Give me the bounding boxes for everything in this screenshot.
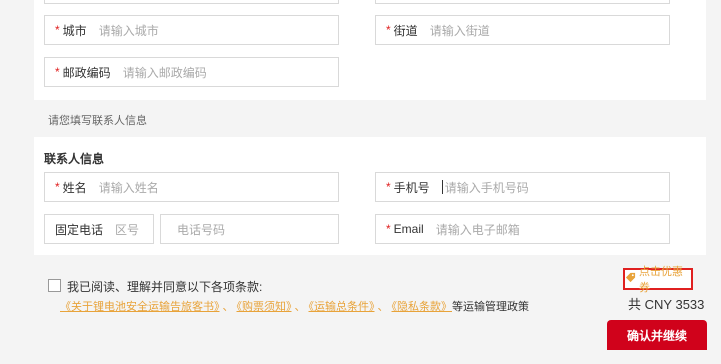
terms-links: 《关于锂电池安全运输告旅客书》、《购票须知》、《运输总条件》、《隐私条款》等运输… [60, 298, 529, 314]
coupon-label: 点击优惠券 [639, 266, 683, 294]
phone-number-placeholder: 电话号码 [177, 222, 226, 237]
separator: 、 [294, 301, 306, 313]
terms-link-privacy[interactable]: 《隐私条款》 [392, 301, 453, 313]
order-total: 共 CNY 3533 [628, 294, 704, 313]
agree-checkbox[interactable] [48, 279, 61, 292]
terms-link-battery[interactable]: 《关于锂电池安全运输告旅客书》 [60, 301, 220, 313]
name-field[interactable]: * 姓名 请输入姓名 [44, 172, 339, 202]
separator: 、 [222, 301, 234, 313]
required-marker: * [386, 222, 391, 236]
street-field[interactable]: * 街道 请输入街道 [375, 15, 670, 45]
postcode-label: 邮政编码 [62, 65, 111, 80]
terms-tail: 等运输管理政策 [452, 301, 529, 313]
city-placeholder: 请输入城市 [98, 23, 159, 38]
required-marker: * [55, 180, 60, 194]
city-field[interactable]: * 城市 请输入城市 [44, 15, 339, 45]
landline-label: 固定电话 [55, 222, 104, 237]
required-marker: * [386, 180, 391, 194]
contact-section-title: 联系人信息 [44, 152, 105, 166]
email-label: Email [393, 222, 424, 236]
confirm-continue-button[interactable]: 确认并继续 [607, 320, 707, 350]
required-marker: * [55, 23, 60, 37]
contact-hint: 请您填写联系人信息 [48, 115, 147, 127]
name-label: 姓名 [62, 180, 87, 195]
postcode-placeholder: 请输入邮政编码 [122, 65, 207, 80]
mobile-label: 手机号 [393, 180, 430, 195]
city-label: 城市 [62, 23, 87, 38]
coupon-button[interactable]: 点击优惠券 [623, 266, 693, 294]
previous-field-edge[interactable] [44, 0, 339, 4]
area-code-placeholder: 区号 [115, 222, 140, 237]
required-marker: * [386, 23, 391, 37]
mobile-placeholder: 请输入手机号码 [444, 180, 529, 195]
terms-link-transport[interactable]: 《运输总条件》 [309, 301, 375, 313]
phone-number-field[interactable]: 电话号码 [160, 214, 339, 244]
name-placeholder: 请输入姓名 [98, 180, 159, 195]
mobile-field[interactable]: * 手机号 请输入手机号码 [375, 172, 670, 202]
previous-field-edge-right[interactable] [375, 0, 670, 4]
street-label: 街道 [393, 23, 418, 38]
text-cursor [441, 180, 443, 194]
total-amount: CNY 3533 [644, 297, 705, 312]
required-marker: * [55, 65, 60, 79]
separator: 、 [377, 301, 389, 313]
street-placeholder: 请输入街道 [429, 23, 490, 38]
total-prefix: 共 [628, 297, 642, 312]
area-code-field[interactable]: 固定电话 区号 [44, 214, 154, 244]
agreement-text: 我已阅读、理解并同意以下各项条款: [67, 280, 263, 294]
email-field[interactable]: * Email 请输入电子邮箱 [375, 214, 670, 244]
email-placeholder: 请输入电子邮箱 [435, 222, 520, 237]
terms-link-ticket[interactable]: 《购票须知》 [237, 301, 292, 313]
postcode-field[interactable]: * 邮政编码 请输入邮政编码 [44, 57, 339, 87]
tag-icon [625, 272, 636, 286]
